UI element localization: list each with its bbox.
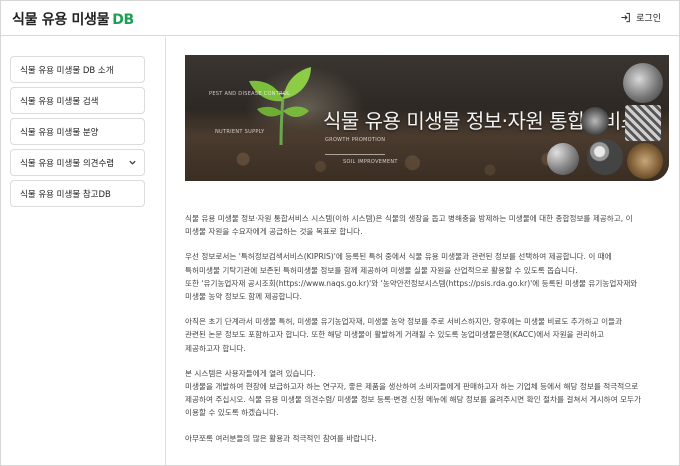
microbe-image <box>581 107 609 135</box>
intro-paragraph: 아직은 초기 단계라서 미생물 특허, 미생물 유기농업자재, 미생물 농약 정… <box>185 317 623 353</box>
banner-tag-growth: GROWTH PROMOTION <box>325 137 386 143</box>
site-title-accent: DB <box>112 12 134 28</box>
intro-text: 식물 유용 미생물 정보·자원 통합서비스 시스템(이하 시스템)은 식물의 생… <box>185 212 671 457</box>
sidebar-item-feedback[interactable]: 식물 유용 미생물 의견수렴 <box>10 149 145 176</box>
intro-paragraph: 본 시스템은 사용자들에게 열려 있습니다. 미생물을 개발하여 현장에 보급하… <box>185 368 642 418</box>
site-title: 식물 유용 미생물 <box>12 12 110 28</box>
login-label: 로그인 <box>636 14 661 24</box>
sidebar: 식물 유용 미생물 DB 소개 식물 유용 미생물 검색 식물 유용 미생물 분… <box>1 37 166 465</box>
intro-paragraph: 우선 정보로서는 '특허정보검색서비스(KIPRIS)'에 등록된 특허 중에서… <box>185 252 638 302</box>
microbe-image <box>627 143 663 179</box>
microbe-image <box>623 63 663 103</box>
sidebar-item-db-intro[interactable]: 식물 유용 미생물 DB 소개 <box>10 56 145 83</box>
tag-line <box>279 93 285 94</box>
tag-line <box>325 154 385 155</box>
login-button[interactable]: 로그인 <box>620 11 661 24</box>
sidebar-item-distribution[interactable]: 식물 유용 미생물 분양 <box>10 118 145 145</box>
sidebar-item-search[interactable]: 식물 유용 미생물 검색 <box>10 87 145 114</box>
site-logo[interactable]: 식물 유용 미생물 DB <box>12 9 134 29</box>
microbe-image <box>547 143 579 175</box>
banner-tag-pest: PEST AND DISEASE CONTROL <box>209 91 291 97</box>
microbe-image <box>625 105 661 141</box>
sidebar-item-label: 식물 유용 미생물 참고DB <box>20 189 111 200</box>
intro-paragraph: 아무쪼록 여러분들의 많은 활용과 적극적인 참여를 바랍니다. <box>185 433 377 443</box>
main-content: PEST AND DISEASE CONTROL NUTRIENT SUPPLY… <box>167 37 679 465</box>
hero-banner: PEST AND DISEASE CONTROL NUTRIENT SUPPLY… <box>185 55 669 181</box>
microbe-image <box>587 139 623 175</box>
login-icon <box>620 12 631 23</box>
sidebar-item-label: 식물 유용 미생물 검색 <box>20 96 99 107</box>
sidebar-item-label: 식물 유용 미생물 DB 소개 <box>20 65 114 76</box>
intro-paragraph: 식물 유용 미생물 정보·자원 통합서비스 시스템(이하 시스템)은 식물의 생… <box>185 214 633 237</box>
top-header: 식물 유용 미생물 DB 로그인 <box>1 1 679 36</box>
sidebar-item-reference-db[interactable]: 식물 유용 미생물 참고DB <box>10 180 145 207</box>
banner-tag-nutrient: NUTRIENT SUPPLY <box>215 129 265 135</box>
sidebar-item-label: 식물 유용 미생물 의견수렴 <box>20 158 115 169</box>
banner-tag-soil: SOIL IMPROVEMENT <box>343 159 398 165</box>
sidebar-item-label: 식물 유용 미생물 분양 <box>20 127 99 138</box>
chevron-down-icon <box>128 158 137 170</box>
app-window: 식물 유용 미생물 DB 로그인 식물 유용 미생물 DB 소개 식물 유용 미생… <box>0 0 680 466</box>
